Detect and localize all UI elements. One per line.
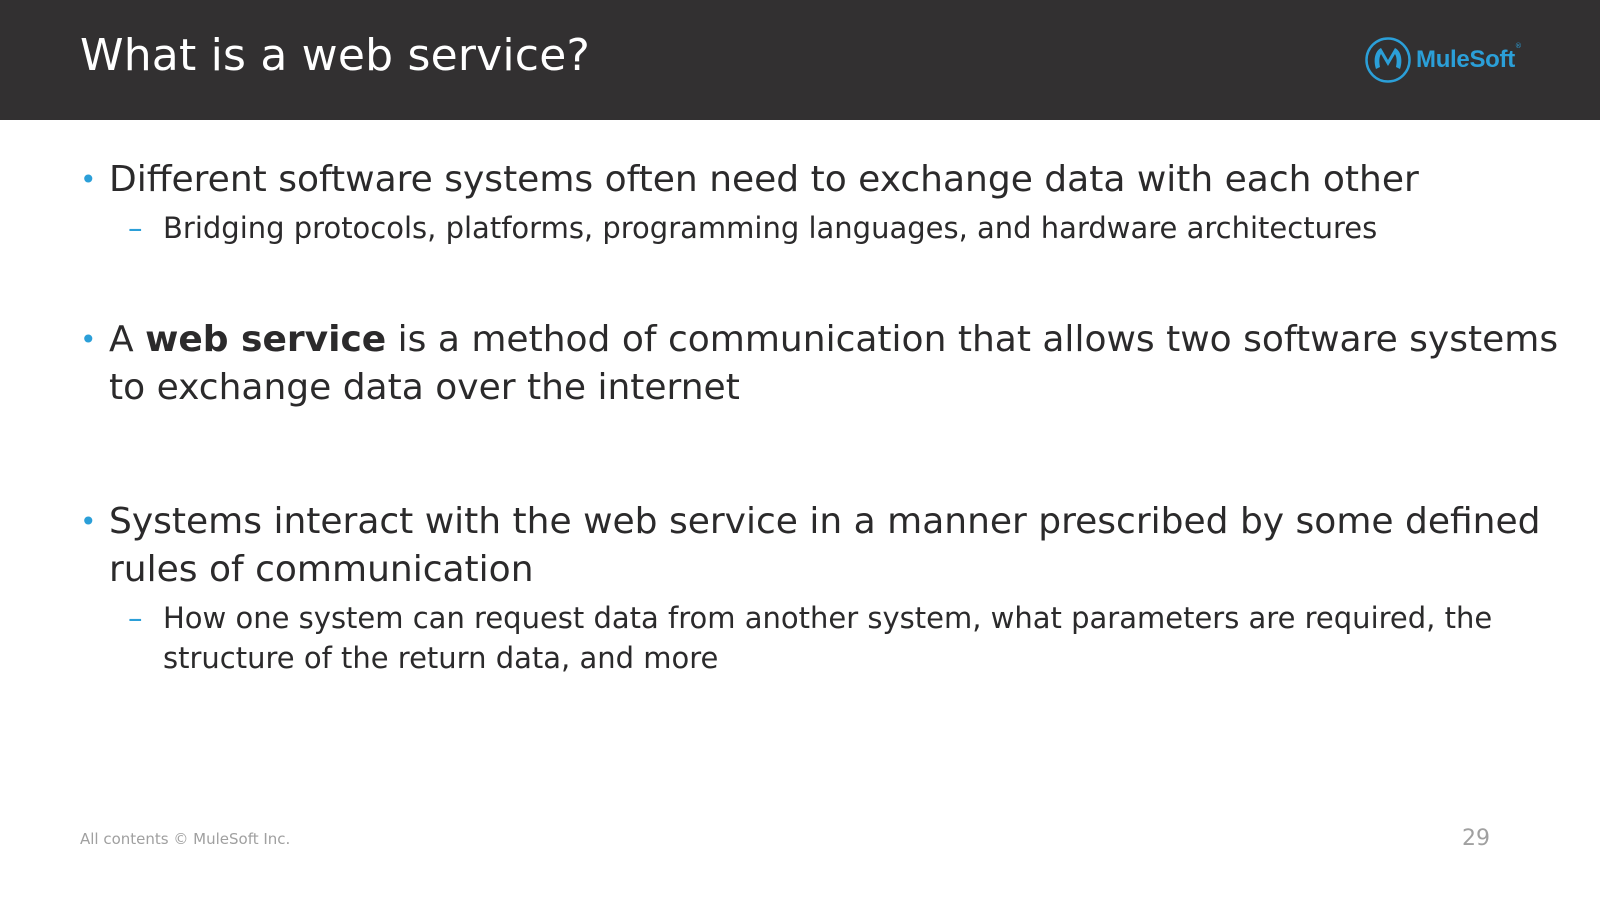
slide-content: • Different software systems often need … <box>80 156 1580 678</box>
logo-wordmark: MuleSoft <box>1416 46 1515 73</box>
bullet-marker: • <box>80 163 97 196</box>
bullet-1-text: Different software systems often need to… <box>109 159 1419 200</box>
bullet-1-sub-text: Bridging protocols, platforms, programmi… <box>163 211 1378 245</box>
slide-header: What is a web service? MuleSoft ® <box>0 0 1600 120</box>
mulesoft-logo-icon <box>1365 37 1411 83</box>
bullet-marker: • <box>80 323 97 356</box>
sub-bullet-marker: – <box>128 601 143 635</box>
bullet-2-pre: A <box>109 319 146 360</box>
slide-title: What is a web service? <box>80 30 591 81</box>
logo-trademark: ® <box>1514 42 1522 50</box>
bullet-2: • A web service is a method of communica… <box>80 316 1580 412</box>
bullet-3-sub: – How one system can request data from a… <box>128 598 1580 678</box>
mulesoft-logo: MuleSoft ® <box>1364 36 1522 84</box>
bullet-marker: • <box>80 505 97 538</box>
page-number: 29 <box>1462 826 1490 851</box>
bullet-2-bold-term: web service <box>145 319 387 360</box>
bullet-3: • Systems interact with the web service … <box>80 498 1580 594</box>
bullet-1: • Different software systems often need … <box>80 156 1580 204</box>
bullet-2-text: A web service is a method of communicati… <box>109 316 1580 412</box>
bullet-1-sub: – Bridging protocols, platforms, program… <box>128 208 1580 248</box>
footer-copyright: All contents © MuleSoft Inc. <box>80 830 291 848</box>
bullet-3-sub-text: How one system can request data from ano… <box>163 601 1493 675</box>
sub-bullet-marker: – <box>128 211 143 245</box>
bullet-3-text: Systems interact with the web service in… <box>109 501 1541 590</box>
